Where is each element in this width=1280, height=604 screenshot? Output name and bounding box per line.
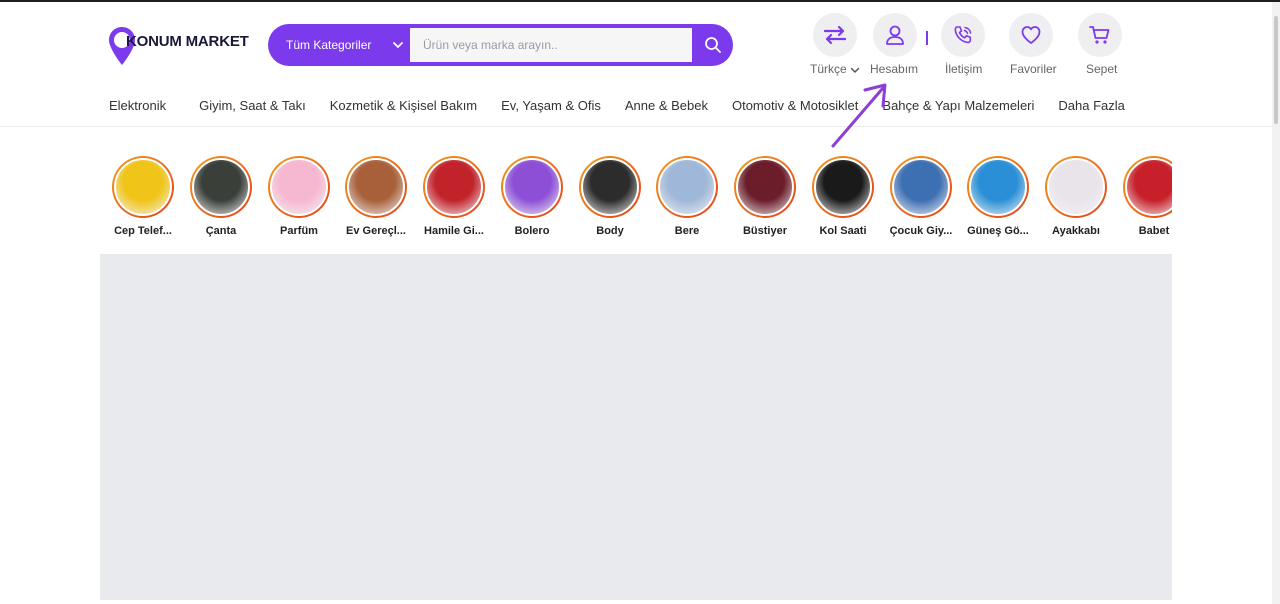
language-selector[interactable]: Türkçe [810,62,860,76]
nav-item-anne-bebek[interactable]: Anne & Bebek [625,98,708,116]
nav-item-bahce[interactable]: Bahçe & Yapı Malzemeleri [882,98,1034,116]
category-item[interactable]: Hamile Gi... [421,156,487,237]
category-item[interactable]: Cep Telef... [110,156,176,237]
category-label: Cep Telef... [114,225,172,237]
category-label: Bolero [514,225,550,237]
account-button[interactable] [873,13,917,57]
favorites-label[interactable]: Favoriler [1010,62,1057,76]
category-label: Çanta [205,225,237,237]
category-item[interactable]: Çanta [188,156,254,237]
search-icon [704,37,721,53]
category-item[interactable]: Çocuk Giy... [888,156,954,237]
category-thumbnail [814,158,872,216]
category-label: Büstiyer [742,225,788,237]
category-carousel: Cep Telef... Çanta Parfüm Ev Gereçl... H… [110,156,1172,238]
category-select[interactable]: Tüm Kategoriler [268,24,410,66]
search-input[interactable] [410,28,692,62]
category-nav: Elektronik Giyim, Saat & Takı Kozmetik &… [109,98,1125,116]
shopping-cart-icon [1089,26,1110,44]
contact-button[interactable] [941,13,985,57]
category-label: Ayakkabı [1052,225,1100,237]
cart-label[interactable]: Sepet [1086,62,1117,76]
category-label: Body [596,225,624,237]
category-thumbnail [425,158,483,216]
account-label[interactable]: Hesabım [870,62,918,76]
category-item[interactable]: Babet [1121,156,1172,237]
category-label: Ev Gereçl... [346,225,406,237]
category-item[interactable]: Ayakkabı [1043,156,1109,237]
nav-item-elektronik[interactable]: Elektronik [109,98,166,116]
contact-label[interactable]: İletişim [945,62,982,76]
category-thumbnail [1125,158,1172,216]
language-label: Türkçe [810,62,847,76]
header-separator [0,126,1272,127]
phone-call-icon [954,26,972,44]
category-label: Çocuk Giy... [889,225,953,237]
search-button[interactable] [692,24,733,66]
category-label: Güneş Gö... [967,225,1029,237]
category-thumbnail [192,158,250,216]
user-icon [886,25,904,45]
logo-text: KONUM MARKET [126,33,249,50]
category-label: Parfüm [280,225,318,237]
language-switch-button[interactable] [813,13,857,57]
category-thumbnail [347,158,405,216]
cart-button[interactable] [1078,13,1122,57]
nav-item-kozmetik[interactable]: Kozmetik & Kişisel Bakım [330,98,477,116]
category-thumbnail [892,158,950,216]
header-divider [926,31,928,45]
category-thumbnail [969,158,1027,216]
category-thumbnail [114,158,172,216]
scrollbar-thumb[interactable] [1274,16,1278,124]
category-thumbnail [736,158,794,216]
category-item[interactable]: Bolero [499,156,565,237]
window-top-border [0,0,1280,2]
category-item[interactable]: Ev Gereçl... [343,156,409,237]
category-thumbnail [270,158,328,216]
favorites-button[interactable] [1009,13,1053,57]
category-item[interactable]: Güneş Gö... [965,156,1031,237]
chevron-down-icon [850,67,859,73]
hero-banner-placeholder[interactable] [100,254,1172,600]
category-label: Kol Saati [819,225,867,237]
category-item[interactable]: Parfüm [266,156,332,237]
search-bar: Tüm Kategoriler [268,24,733,66]
category-thumbnail [581,158,639,216]
category-select-label: Tüm Kategoriler [286,38,372,52]
category-item[interactable]: Kol Saati [810,156,876,237]
category-thumbnail [503,158,561,216]
category-item[interactable]: Body [577,156,643,237]
site-logo[interactable]: KONUM MARKET [108,26,258,66]
category-label: Hamile Gi... [424,225,484,237]
chevron-down-icon [393,42,403,49]
category-thumbnail [658,158,716,216]
category-thumbnail [1047,158,1105,216]
page-scrollbar[interactable] [1272,2,1280,604]
nav-item-daha-fazla[interactable]: Daha Fazla [1058,98,1124,116]
heart-icon [1021,26,1041,44]
category-label: Bere [674,225,700,237]
nav-item-otomotiv[interactable]: Otomotiv & Motosiklet [732,98,858,116]
swap-arrows-icon [823,25,847,45]
nav-item-giyim[interactable]: Giyim, Saat & Takı [199,98,306,116]
category-item[interactable]: Büstiyer [732,156,798,237]
category-item[interactable]: Bere [654,156,720,237]
category-label: Babet [1138,225,1170,237]
nav-item-ev-yasam[interactable]: Ev, Yaşam & Ofis [501,98,601,116]
